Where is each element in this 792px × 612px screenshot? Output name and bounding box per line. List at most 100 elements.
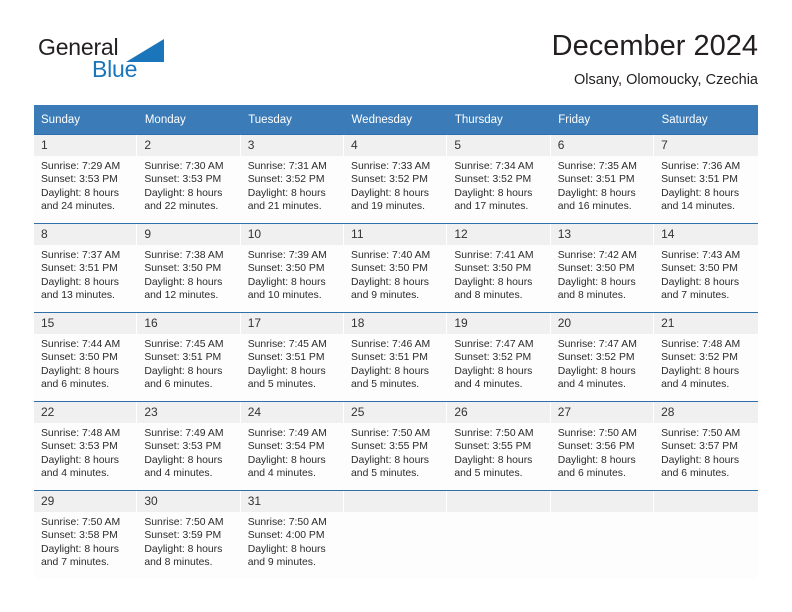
day-number: 11 [344,224,448,245]
daylight-text-line1: Daylight: 8 hours [557,276,636,288]
sunrise-text: Sunrise: 7:39 AM [247,250,327,261]
title-block: December 2024 Olsany, Olomoucky, Czechia [552,28,758,90]
sunrise-text: Sunrise: 7:50 AM [351,428,431,439]
day-cell[interactable]: 25 Sunrise: 7:50 AM Sunset: 3:55 PM Dayligh… [344,401,448,491]
day-cell[interactable]: 17 Sunrise: 7:45 AM Sunset: 3:51 PM Dayligh… [240,312,345,402]
daylight-text-line1: Daylight: 8 hours [144,454,223,466]
daylight-text-line1: Daylight: 8 hours [144,543,223,555]
day-cell[interactable]: 16 Sunrise: 7:45 AM Sunset: 3:51 PM Dayligh… [137,312,241,402]
sunrise-text: Sunrise: 7:50 AM [41,517,121,528]
day-cell[interactable]: 24 Sunrise: 7:49 AM Sunset: 3:54 PM Dayligh… [240,401,345,491]
day-cell[interactable]: 23 Sunrise: 7:49 AM Sunset: 3:53 PM Dayligh… [137,401,241,491]
day-number: 4 [344,135,448,156]
day-cell[interactable]: 1 Sunrise: 7:29 AM Sunset: 3:53 PM Daylight… [34,134,138,224]
sunset-text: Sunset: 3:55 PM [351,441,428,453]
daylight-text-line2: and 21 minutes. [247,201,322,213]
sunset-text: Sunset: 3:59 PM [144,530,222,542]
day-cell[interactable]: 13 Sunrise: 7:42 AM Sunset: 3:50 PM Dayligh… [550,223,655,313]
daylight-text-line2: and 7 minutes. [661,290,730,302]
day-cell[interactable]: 28 Sunrise: 7:50 AM Sunset: 3:57 PM Dayligh… [654,401,758,491]
day-cell[interactable]: 6 Sunrise: 7:35 AM Sunset: 3:51 PM Daylight… [550,134,655,224]
sunrise-text: Sunrise: 7:47 AM [454,339,534,350]
calendar-week-row: 1 Sunrise: 7:29 AM Sunset: 3:53 PM Daylight… [34,134,758,224]
sunset-text: Sunset: 3:50 PM [557,263,635,275]
day-cell[interactable]: 3 Sunrise: 7:31 AM Sunset: 3:52 PM Daylight… [240,134,345,224]
day-cell[interactable]: 14 Sunrise: 7:43 AM Sunset: 3:50 PM Dayligh… [654,223,758,313]
daylight-text-line2: and 7 minutes. [41,557,110,569]
day-cell[interactable]: 22 Sunrise: 7:48 AM Sunset: 3:53 PM Dayligh… [34,401,138,491]
day-cell[interactable]: 9 Sunrise: 7:38 AM Sunset: 3:50 PM Daylight… [137,223,241,313]
daylight-text-line2: and 6 minutes. [661,468,730,480]
day-cell[interactable]: 19 Sunrise: 7:47 AM Sunset: 3:52 PM Dayligh… [447,312,551,402]
day-cell[interactable]: 21 Sunrise: 7:48 AM Sunset: 3:52 PM Dayligh… [654,312,758,402]
daylight-text-line1: Daylight: 8 hours [144,365,223,377]
day-cell[interactable]: 5 Sunrise: 7:34 AM Sunset: 3:52 PM Daylight… [447,134,551,224]
calendar-header-row: Sunday Monday Tuesday Wednesday Thursday… [34,105,759,135]
day-details: Sunrise: 7:49 AM Sunset: 3:53 PM Daylight:… [137,423,240,481]
day-number: 27 [550,402,655,423]
day-cell[interactable]: 12 Sunrise: 7:41 AM Sunset: 3:50 PM Dayligh… [447,223,551,313]
day-details: Sunrise: 7:50 AM Sunset: 3:55 PM Daylight:… [447,423,550,481]
day-cell[interactable]: 11 Sunrise: 7:40 AM Sunset: 3:50 PM Dayligh… [344,223,448,313]
day-details [344,512,447,516]
sunset-text: Sunset: 3:58 PM [41,530,118,542]
day-details: Sunrise: 7:49 AM Sunset: 3:54 PM Daylight:… [241,423,344,481]
sunrise-text: Sunrise: 7:50 AM [557,428,637,439]
day-cell[interactable]: 2 Sunrise: 7:30 AM Sunset: 3:53 PM Daylight… [137,134,241,224]
day-details: Sunrise: 7:47 AM Sunset: 3:52 PM Daylight:… [551,334,654,392]
daylight-text-line2: and 17 minutes. [454,201,529,213]
day-number [344,491,448,512]
day-cell[interactable]: 7 Sunrise: 7:36 AM Sunset: 3:51 PM Daylight… [654,134,758,224]
day-cell[interactable]: 18 Sunrise: 7:46 AM Sunset: 3:51 PM Dayligh… [344,312,448,402]
sunrise-text: Sunrise: 7:42 AM [557,250,637,261]
day-details: Sunrise: 7:35 AM Sunset: 3:51 PM Daylight:… [551,156,654,214]
day-number: 8 [34,224,138,245]
day-details [654,512,757,516]
day-number: 13 [550,224,655,245]
day-cell[interactable]: 29 Sunrise: 7:50 AM Sunset: 3:58 PM Dayligh… [34,490,138,579]
general-blue-logo[interactable]: General Blue [38,34,218,90]
day-cell[interactable]: 15 Sunrise: 7:44 AM Sunset: 3:50 PM Dayligh… [34,312,138,402]
sunrise-text: Sunrise: 7:50 AM [454,428,534,439]
day-cell[interactable]: 4 Sunrise: 7:33 AM Sunset: 3:52 PM Daylight… [344,134,448,224]
day-cell[interactable]: 20 Sunrise: 7:47 AM Sunset: 3:52 PM Dayligh… [550,312,655,402]
weekday-header-tuesday: Tuesday [240,105,345,135]
day-details: Sunrise: 7:48 AM Sunset: 3:53 PM Daylight:… [34,423,137,481]
daylight-text-line2: and 13 minutes. [41,290,115,302]
day-cell[interactable]: 27 Sunrise: 7:50 AM Sunset: 3:56 PM Dayligh… [550,401,655,491]
daylight-text-line2: and 9 minutes. [247,557,316,569]
day-cell[interactable]: 10 Sunrise: 7:39 AM Sunset: 3:50 PM Dayligh… [240,223,345,313]
day-details: Sunrise: 7:47 AM Sunset: 3:52 PM Daylight:… [447,334,550,392]
day-details: Sunrise: 7:50 AM Sunset: 3:55 PM Daylight:… [344,423,447,481]
daylight-text-line1: Daylight: 8 hours [144,276,223,288]
day-number: 12 [447,224,551,245]
day-number [654,491,758,512]
calendar-week-row: 8 Sunrise: 7:37 AM Sunset: 3:51 PM Daylight… [34,223,758,313]
day-details: Sunrise: 7:30 AM Sunset: 3:53 PM Daylight:… [137,156,240,214]
sunrise-text: Sunrise: 7:35 AM [557,161,637,172]
daylight-text-line1: Daylight: 8 hours [247,454,326,466]
sunrise-text: Sunrise: 7:49 AM [247,428,327,439]
sunset-text: Sunset: 3:50 PM [247,263,325,275]
day-cell[interactable]: 8 Sunrise: 7:37 AM Sunset: 3:51 PM Daylight… [34,223,138,313]
daylight-text-line2: and 22 minutes. [144,201,219,213]
sunrise-text: Sunrise: 7:48 AM [661,339,741,350]
sunset-text: Sunset: 3:52 PM [454,352,532,364]
day-cell[interactable]: 30 Sunrise: 7:50 AM Sunset: 3:59 PM Dayligh… [137,490,241,579]
day-cell[interactable]: 31 Sunrise: 7:50 AM Sunset: 4:00 PM Dayligh… [240,490,345,579]
sunrise-text: Sunrise: 7:40 AM [351,250,431,261]
daylight-text-line2: and 6 minutes. [41,379,110,391]
day-number: 14 [654,224,758,245]
sunrise-text: Sunrise: 7:36 AM [661,161,741,172]
day-cell-empty [550,490,655,579]
daylight-text-line2: and 14 minutes. [661,201,735,213]
sunset-text: Sunset: 3:51 PM [557,174,635,186]
sunset-text: Sunset: 3:57 PM [661,441,738,453]
sunset-text: Sunset: 3:51 PM [661,174,738,186]
daylight-text-line1: Daylight: 8 hours [41,187,119,199]
sunrise-text: Sunrise: 7:31 AM [247,161,327,172]
sunset-text: Sunset: 3:50 PM [144,263,222,275]
sunset-text: Sunset: 3:51 PM [41,263,118,275]
day-cell[interactable]: 26 Sunrise: 7:50 AM Sunset: 3:55 PM Dayligh… [447,401,551,491]
day-details: Sunrise: 7:41 AM Sunset: 3:50 PM Daylight:… [447,245,550,303]
